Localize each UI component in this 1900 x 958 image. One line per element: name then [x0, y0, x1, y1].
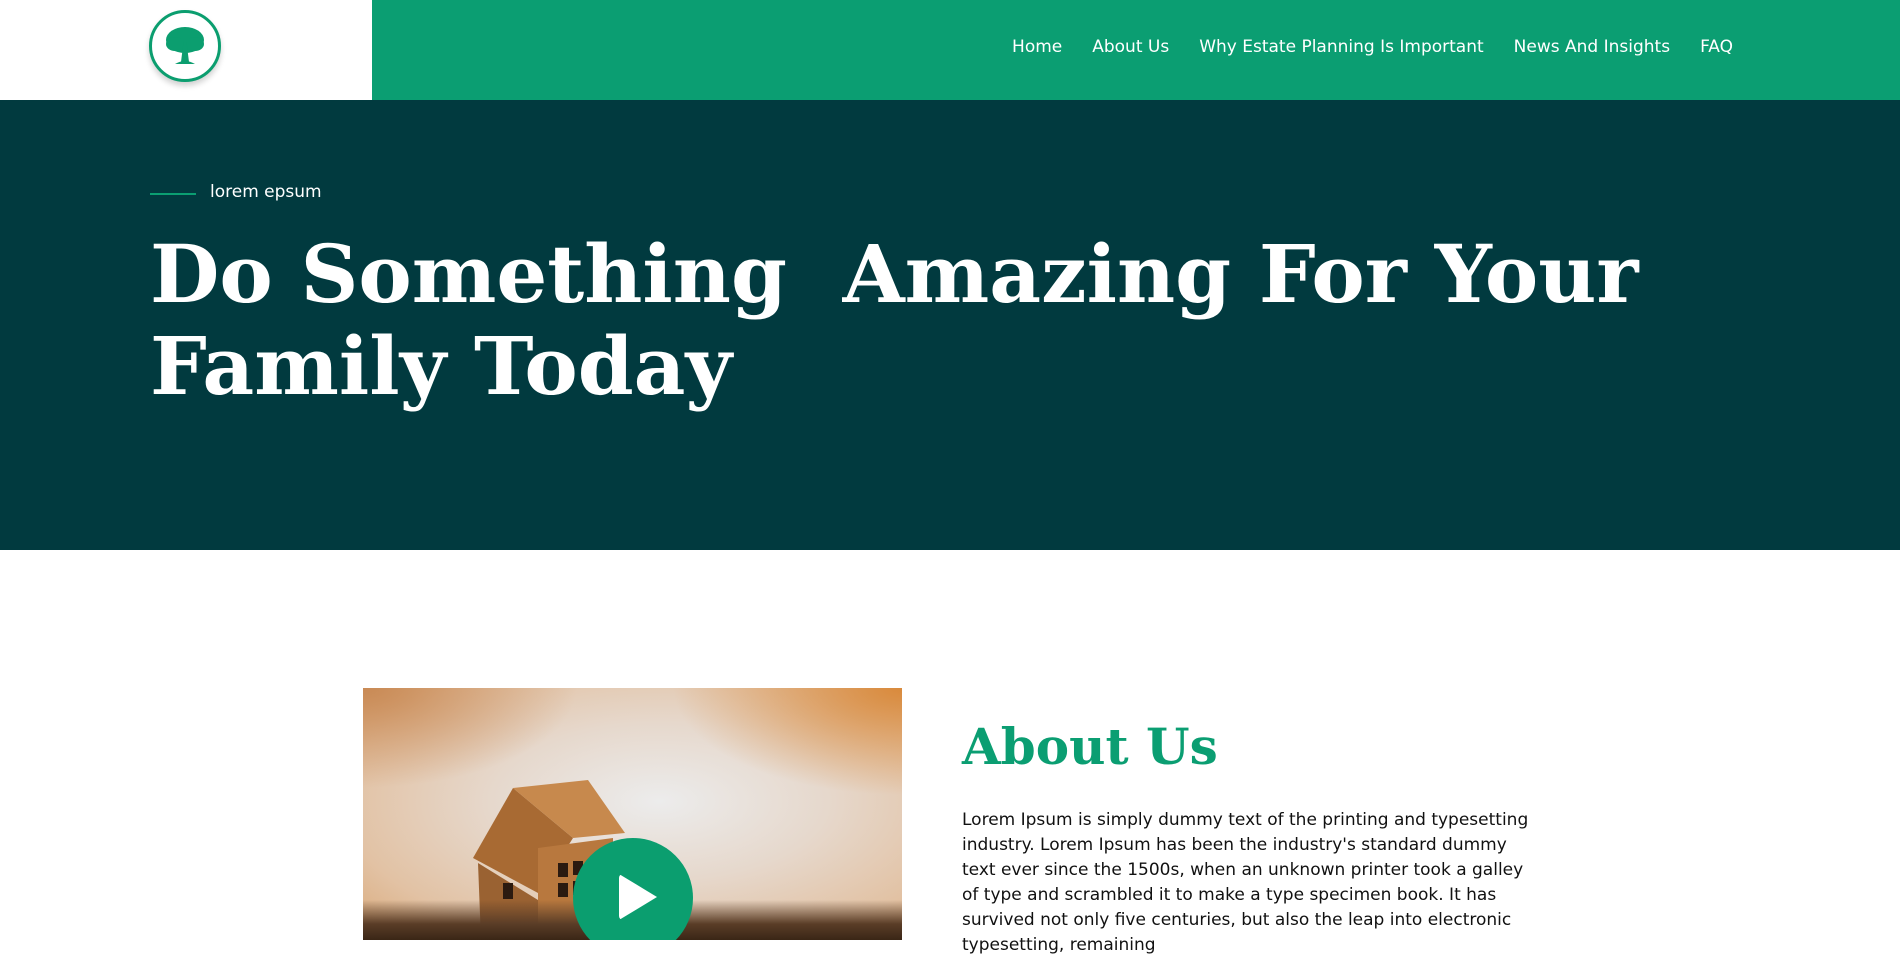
- play-icon: [619, 874, 657, 920]
- nav-link-home[interactable]: Home: [1012, 37, 1062, 57]
- site-header: Home About Us Why Estate Planning Is Imp…: [0, 0, 1900, 100]
- eyebrow-text: lorem epsum: [210, 182, 322, 202]
- nav-link-why-estate-planning[interactable]: Why Estate Planning Is Important: [1199, 37, 1483, 57]
- main-nav: Home About Us Why Estate Planning Is Imp…: [982, 37, 1733, 57]
- about-title: About Us: [962, 717, 1218, 776]
- nav-link-about-us[interactable]: About Us: [1092, 37, 1169, 57]
- about-video-thumbnail[interactable]: [363, 688, 902, 940]
- hero-section: lorem epsum Do Something Amazing For You…: [0, 100, 1900, 550]
- nav-link-news-and-insights[interactable]: News And Insights: [1514, 37, 1670, 57]
- about-text: Lorem Ipsum is simply dummy text of the …: [962, 810, 1529, 955]
- eyebrow-divider: [150, 193, 196, 195]
- hero-eyebrow: lorem epsum: [150, 182, 322, 202]
- tree-logo[interactable]: [149, 10, 221, 82]
- hero-title: Do Something Amazing For Your Family Tod…: [150, 227, 1667, 413]
- tree-icon: [159, 20, 211, 72]
- nav-link-faq[interactable]: FAQ: [1700, 37, 1733, 57]
- logo-area: [0, 0, 372, 100]
- nav-bar: Home About Us Why Estate Planning Is Imp…: [372, 0, 1900, 100]
